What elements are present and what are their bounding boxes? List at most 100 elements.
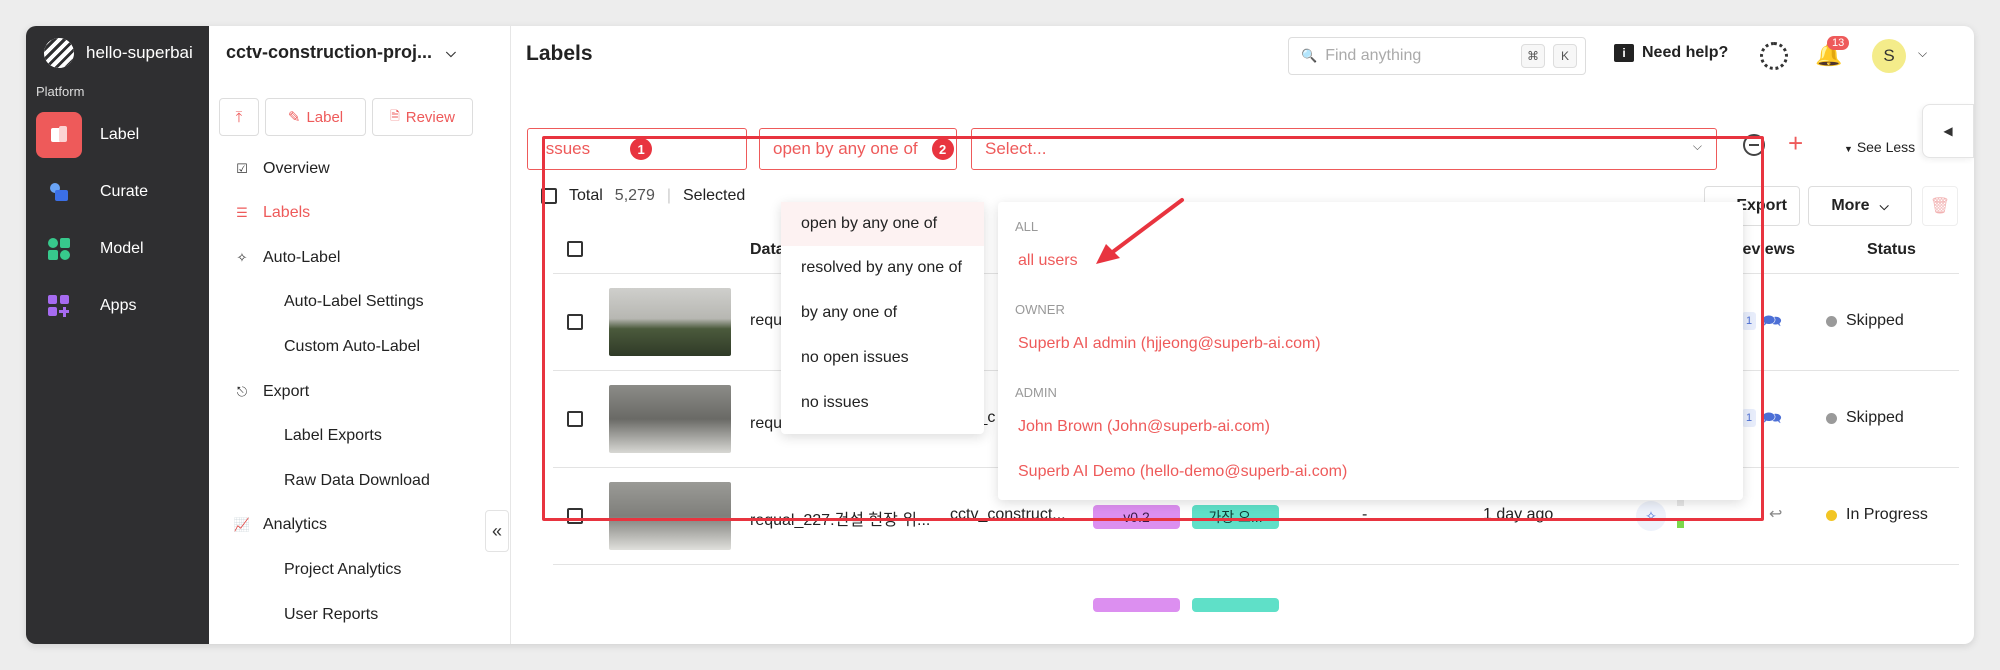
nav-analytics[interactable]: 📈 Analytics <box>209 516 327 534</box>
app-window: hello-superbai Platform Label Curate Mod… <box>26 26 1974 644</box>
filter-field-select[interactable]: Issues 1 <box>527 128 747 170</box>
review-request-icon[interactable]: 🗪 <box>1762 407 1782 434</box>
nav-labels-label: Labels <box>263 204 311 221</box>
user-option[interactable]: Superb AI admin (hjjeong@superb-ai.com) <box>1018 335 1321 353</box>
page-title: Labels <box>526 42 593 65</box>
help-button[interactable]: i Need help? <box>1614 44 1728 62</box>
see-less-toggle[interactable]: ▼ See Less <box>1844 139 1915 155</box>
version-tag: v0.2 <box>1093 505 1180 529</box>
nav-custom-auto-label[interactable]: Custom Auto-Label <box>234 338 420 356</box>
more-button[interactable]: More ⌵ <box>1808 186 1912 226</box>
see-less-text: See Less <box>1856 139 1916 155</box>
rail-item-label[interactable]: Label <box>36 112 198 158</box>
search-input[interactable]: 🔍 Find anything ⌘ K <box>1288 37 1586 75</box>
nav-raw-data-download[interactable]: Raw Data Download <box>234 472 430 490</box>
operator-option[interactable]: by any one of <box>781 291 984 335</box>
workspace-logo-icon <box>44 38 74 68</box>
total-count: 5,279 <box>614 187 655 204</box>
row-checkbox[interactable] <box>567 411 583 427</box>
review-button[interactable]: 🗎 Review <box>372 98 473 136</box>
info-icon: i <box>1614 44 1634 62</box>
chevron-down-icon: ⌵ <box>1692 139 1702 153</box>
account-chevron-icon[interactable]: ⌵ <box>1918 46 1927 61</box>
search-icon: 🔍 <box>1301 48 1318 63</box>
rail-item-apps-text: Apps <box>100 297 137 314</box>
row-thumbnail <box>609 482 731 550</box>
rail-item-label-text: Label <box>100 126 140 143</box>
apps-icon <box>36 283 82 329</box>
project-selector[interactable]: cctv-construction-proj... ⌵ <box>226 42 456 63</box>
nav-labels[interactable]: ☰ Labels <box>209 204 310 222</box>
nav-custom-auto-label-label: Custom Auto-Label <box>284 338 421 355</box>
remove-filter-icon[interactable] <box>1743 134 1765 156</box>
rail-item-model[interactable]: Model <box>36 226 198 272</box>
add-filter-icon[interactable]: + <box>1788 128 1803 159</box>
group-label-admin: ADMIN <box>1015 385 1057 400</box>
user-option[interactable]: Superb AI Demo (hello-demo@superb-ai.com… <box>1018 463 1347 481</box>
review-count: 1 <box>1742 312 1756 330</box>
upload-button[interactable]: ⤒ <box>219 98 259 136</box>
rail-item-apps[interactable]: Apps <box>36 283 198 329</box>
nav-label-exports-label: Label Exports <box>284 427 382 444</box>
operator-option[interactable]: no issues <box>781 381 984 425</box>
group-label-owner: OWNER <box>1015 302 1065 317</box>
curate-icon <box>36 169 82 215</box>
export-icon: ⎋ <box>236 384 248 399</box>
trash-icon[interactable]: 🗑 <box>1922 186 1958 226</box>
activity-spinner-icon[interactable] <box>1760 42 1788 70</box>
table-row[interactable] <box>553 572 1959 644</box>
collapse-sidebar-icon[interactable]: « <box>485 510 509 552</box>
divider: | <box>666 187 671 204</box>
status-text: Skipped <box>1846 312 1904 329</box>
chevron-down-icon: ⌵ <box>1879 198 1889 213</box>
nav-auto-label[interactable]: ✧ Auto-Label <box>209 249 341 267</box>
rail-item-curate[interactable]: Curate <box>36 169 198 215</box>
row-checkbox[interactable] <box>567 508 583 524</box>
col-data[interactable]: Data <box>750 241 785 259</box>
operator-option[interactable]: no open issues <box>781 336 984 380</box>
nav-raw-data-download-label: Raw Data Download <box>284 472 430 489</box>
search-placeholder: Find anything <box>1325 47 1422 64</box>
row-thumbnail <box>609 288 731 356</box>
more-button-text: More <box>1831 197 1870 214</box>
request-review-icon[interactable]: ↩ <box>1769 504 1782 524</box>
step-2-marker: 2 <box>931 138 954 160</box>
filter-operator-select[interactable]: open by any one of 2 <box>759 128 957 170</box>
chart-icon: 📈 <box>233 517 251 532</box>
nav-label-exports[interactable]: Label Exports <box>234 427 382 445</box>
auto-label-icon: ✧ <box>1636 501 1666 531</box>
nav-project-analytics[interactable]: Project Analytics <box>234 561 401 579</box>
list-icon: ☰ <box>236 205 248 220</box>
filter-value-placeholder: Select... <box>985 139 1047 158</box>
review-doc-icon: 🗎 <box>390 108 400 123</box>
operator-option[interactable]: open by any one of <box>781 202 984 246</box>
header-checkbox[interactable] <box>567 241 583 257</box>
nav-auto-label-settings[interactable]: Auto-Label Settings <box>234 293 424 311</box>
filter-value-select[interactable]: Select... ⌵ <box>971 128 1717 170</box>
project-sidebar: cctv-construction-proj... ⌵ ⤒ ✎ Label 🗎 … <box>209 26 511 644</box>
filter-operator-value: open by any one of <box>773 139 918 158</box>
caret-icon: ▼ <box>1844 144 1853 154</box>
nav-overview[interactable]: ☑ Overview <box>209 160 330 178</box>
col-status[interactable]: Status <box>1867 241 1916 259</box>
nav-project-analytics-label: Project Analytics <box>284 561 402 578</box>
review-request-icon[interactable]: 🗪 <box>1762 310 1782 337</box>
status-text: Skipped <box>1846 409 1904 426</box>
side-panel-toggle-icon[interactable]: ◀ <box>1922 104 1974 158</box>
operator-option[interactable]: resolved by any one of <box>781 246 984 290</box>
notification-badge: 13 <box>1827 36 1850 50</box>
user-option[interactable]: John Brown (John@superb-ai.com) <box>1018 418 1270 436</box>
row-checkbox[interactable] <box>567 314 583 330</box>
workspace-switcher[interactable]: hello-superbai <box>44 38 193 68</box>
row-data-name: requ <box>750 312 783 329</box>
label-button-text: Label <box>306 108 344 126</box>
user-option-all-users[interactable]: all users <box>1018 252 1078 270</box>
select-all-checkbox[interactable] <box>541 188 557 204</box>
nav-export[interactable]: ⎋ Export <box>209 383 309 401</box>
project-name: cctv-construction-proj... <box>226 42 433 62</box>
platform-section-label: Platform <box>36 84 85 99</box>
nav-user-reports-label: User Reports <box>284 606 379 623</box>
nav-user-reports[interactable]: User Reports <box>234 606 378 624</box>
label-button[interactable]: ✎ Label <box>265 98 366 136</box>
avatar[interactable]: S <box>1872 39 1906 73</box>
